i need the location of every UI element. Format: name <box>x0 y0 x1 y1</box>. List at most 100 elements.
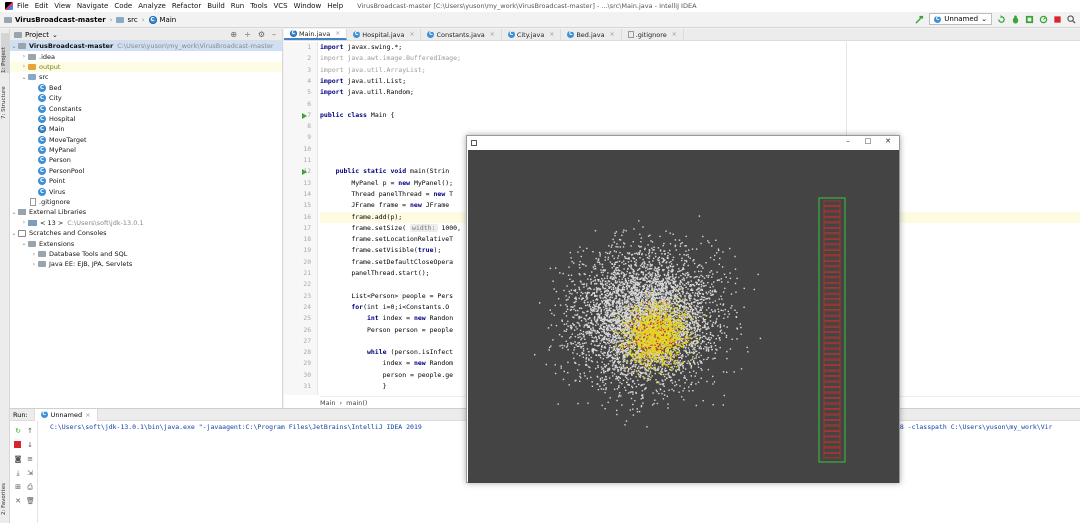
menu-build[interactable]: Build <box>207 2 225 10</box>
run-gutter-icon[interactable] <box>302 169 307 176</box>
collapsed-arrow-icon[interactable]: › <box>20 63 28 70</box>
tab-main-java[interactable]: C Main.java × <box>284 29 348 40</box>
tree-root-project[interactable]: ⌄ VirusBroadcast-master C:\Users\yuson\m… <box>10 41 282 52</box>
chevron-down-icon[interactable]: ⌄ <box>52 31 58 39</box>
tree-item-class[interactable]: C MoveTarget <box>10 135 282 145</box>
expand-arrow-icon[interactable]: ⌄ <box>20 74 28 81</box>
hide-panel-icon[interactable]: – <box>272 30 276 39</box>
breadcrumb-src[interactable]: src <box>127 16 137 24</box>
close-run-icon[interactable]: ✕ <box>14 497 22 505</box>
locate-target-icon[interactable]: ⊕ <box>230 30 237 39</box>
tree-item-src[interactable]: ⌄ src <box>10 72 282 82</box>
tab-city-java[interactable]: C City.java × <box>502 29 562 40</box>
tree-item-db-tools[interactable]: › Database Tools and SQL <box>10 249 282 259</box>
close-icon[interactable]: ✕ <box>881 137 895 145</box>
scroll-up-icon[interactable]: ↑ <box>26 427 34 435</box>
pin-tab-icon[interactable]: ⊞ <box>14 483 22 491</box>
tab-hospital-java[interactable]: C Hospital.java × <box>347 29 422 40</box>
scroll-to-end-icon[interactable]: ⇲ <box>26 469 34 477</box>
menu-edit[interactable]: Edit <box>35 2 49 10</box>
tree-item-scratches[interactable]: ⌄ Scratches and Consoles <box>10 228 282 238</box>
tree-item-class[interactable]: C PersonPool <box>10 166 282 176</box>
favorites-tool-button[interactable]: 2: Favorites <box>1 469 9 515</box>
console-output-tail[interactable]: F-8 -classpath C:\Users\yuson\my_work\Vi… <box>892 423 1052 431</box>
run-tab-unnamed[interactable]: C Unnamed × <box>33 408 98 421</box>
project-panel-title[interactable]: Project <box>25 31 49 39</box>
close-icon[interactable]: × <box>549 31 554 38</box>
soft-wrap-icon[interactable]: ≡ <box>26 455 34 463</box>
menu-tools[interactable]: Tools <box>250 2 267 10</box>
tree-item-class[interactable]: C Constants <box>10 103 282 113</box>
tree-item-jdk[interactable]: › < 13 > C:\Users\soft\jdk-13.0.1 <box>10 218 282 228</box>
collapsed-arrow-icon[interactable]: › <box>20 53 28 60</box>
rerun-icon[interactable] <box>997 14 1006 24</box>
coverage-icon[interactable] <box>1025 15 1034 24</box>
tree-item-class[interactable]: C Virus <box>10 186 282 196</box>
scroll-down-icon[interactable]: ↓ <box>26 441 34 449</box>
profiler-icon[interactable] <box>1039 15 1048 24</box>
camera-dump-icon[interactable]: ◙ <box>14 455 22 463</box>
expand-arrow-icon[interactable]: ⌄ <box>10 43 18 50</box>
stop-icon[interactable] <box>14 441 21 448</box>
tab-gitignore[interactable]: .gitignore × <box>622 29 684 40</box>
expand-arrow-icon[interactable]: ⌄ <box>10 230 18 237</box>
breadcrumb-project[interactable]: VirusBroadcast-master <box>15 16 106 24</box>
collapsed-arrow-icon[interactable]: › <box>30 261 38 268</box>
close-icon[interactable]: × <box>409 31 414 38</box>
menu-refactor[interactable]: Refactor <box>172 2 201 10</box>
console-output[interactable]: C:\Users\soft\jdk-13.0.1\bin\java.exe "-… <box>50 423 422 431</box>
menu-help[interactable]: Help <box>327 2 343 10</box>
tree-item-output[interactable]: › output <box>10 61 282 73</box>
maximize-icon[interactable]: □ <box>861 137 875 145</box>
search-everywhere-icon[interactable] <box>1067 14 1076 24</box>
tree-item-class[interactable]: C Bed <box>10 83 282 93</box>
close-icon[interactable]: × <box>335 30 340 37</box>
collapsed-arrow-icon[interactable]: › <box>20 219 28 226</box>
editor-breadcrumb-class[interactable]: Main <box>320 399 336 407</box>
structure-tool-button[interactable]: 7: Structure <box>1 79 9 119</box>
run-configuration-select[interactable]: C Unnamed ⌄ <box>929 13 992 25</box>
expand-arrow-icon[interactable]: ⌄ <box>20 240 28 247</box>
simulation-window-titlebar[interactable]: – □ ✕ <box>467 136 899 149</box>
menu-file[interactable]: File <box>17 2 29 10</box>
collapse-all-icon[interactable]: ÷ <box>244 30 251 39</box>
expand-arrow-icon[interactable]: ⌄ <box>10 209 18 216</box>
tab-constants-java[interactable]: C Constants.java × <box>421 29 502 40</box>
debug-bug-icon[interactable] <box>1011 14 1020 24</box>
collapsed-arrow-icon[interactable]: › <box>30 251 38 258</box>
tree-item-idea[interactable]: › .idea <box>10 51 282 61</box>
print-icon[interactable]: ⎙ <box>26 483 34 491</box>
tree-item-class[interactable]: C Point <box>10 176 282 186</box>
tree-item-java-ee[interactable]: › Java EE: EJB, JPA, Servlets <box>10 259 282 269</box>
menu-navigate[interactable]: Navigate <box>77 2 108 10</box>
menu-code[interactable]: Code <box>114 2 132 10</box>
close-icon[interactable]: × <box>85 411 90 419</box>
menu-run[interactable]: Run <box>231 2 244 10</box>
tree-item-class[interactable]: C MyPanel <box>10 145 282 155</box>
tree-item-extensions[interactable]: ⌄ Extensions <box>10 238 282 248</box>
gear-icon[interactable]: ⚙ <box>258 30 265 39</box>
tree-item-class[interactable]: C Main <box>10 124 282 134</box>
menu-vcs[interactable]: VCS <box>273 2 287 10</box>
simulation-window[interactable]: – □ ✕ <box>466 135 900 483</box>
breadcrumb-main[interactable]: Main <box>160 16 177 24</box>
tree-item-class[interactable]: C Person <box>10 155 282 165</box>
trash-icon[interactable]: 🗑 <box>26 497 35 505</box>
rerun-icon[interactable]: ↻ <box>14 427 22 435</box>
close-icon[interactable]: × <box>610 31 615 38</box>
tree-item-class[interactable]: C City <box>10 93 282 103</box>
stop-icon[interactable] <box>1053 15 1062 24</box>
tab-bed-java[interactable]: C Bed.java × <box>561 29 622 40</box>
close-icon[interactable]: × <box>672 31 677 38</box>
minimize-icon[interactable]: – <box>841 137 855 145</box>
menu-view[interactable]: View <box>54 2 71 10</box>
tree-item-gitignore[interactable]: .gitignore <box>10 197 282 207</box>
hammer-build-icon[interactable] <box>915 15 924 24</box>
project-tool-button[interactable]: 1: Project <box>1 33 9 73</box>
tree-item-class[interactable]: C Hospital <box>10 114 282 124</box>
tree-item-external-libraries[interactable]: ⌄ External Libraries <box>10 207 282 217</box>
menu-analyze[interactable]: Analyze <box>138 2 166 10</box>
close-icon[interactable]: × <box>490 31 495 38</box>
restore-layout-icon[interactable]: ⤓ <box>14 469 22 477</box>
editor-breadcrumb-method[interactable]: main() <box>346 399 367 407</box>
